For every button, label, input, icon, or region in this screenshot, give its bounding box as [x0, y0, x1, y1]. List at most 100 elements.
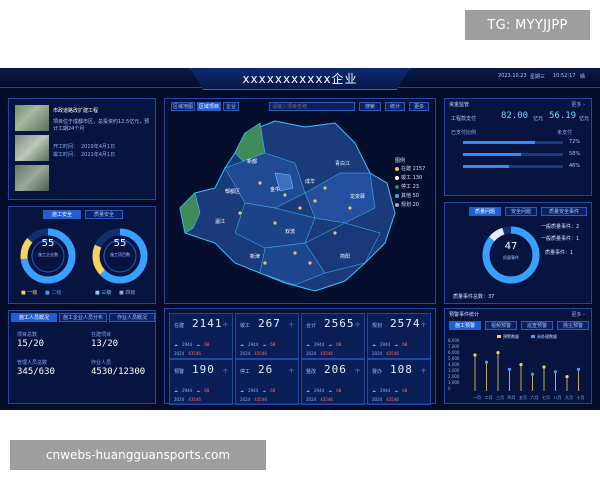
stat-card-label: 整改 [306, 369, 317, 375]
map-legend-item: 在建 2157 [395, 165, 425, 172]
legend-dot [395, 175, 399, 180]
cloud-icon: ☁ [372, 388, 376, 393]
tab-enterprise[interactable]: 企业 [223, 102, 239, 111]
tab-warning-dust[interactable]: 扬尘预警 [557, 321, 589, 330]
tab-safety-issue[interactable]: 安全问题 [505, 207, 537, 216]
warning-lollipop-chart: 8,0007,0006,0005,0004,0003,0002,0001,000… [448, 333, 585, 400]
map-stats-button[interactable]: 统计 [385, 102, 405, 111]
tab-personnel-distribution[interactable]: 施工企业人员分布 [59, 313, 107, 322]
event-line-3: 质量事件：1 [545, 250, 574, 256]
tab-warning-construction[interactable]: 施工预警 [449, 321, 481, 330]
tab-personnel-overview[interactable]: 施工人员概况 [11, 313, 57, 322]
enterprise-donut-value: 55 [41, 238, 55, 249]
cloud-icon: ☁ [262, 342, 267, 347]
donut-legend-a: ■ 一级 [21, 290, 38, 296]
donut-panel: 施工安全 质量安全 55 施工企业数 55 施工项目数 ■ 一级 ■ 二级 ■ … [8, 206, 156, 304]
cloud-icon: ☁ [240, 388, 244, 393]
tab-warning-video[interactable]: 视频预警 [485, 321, 517, 330]
stat-detail-b: 68 [270, 342, 276, 347]
stat-card-label: 在建 [174, 323, 185, 329]
stat-detail-b: 68 [336, 388, 342, 393]
map-legend-item: 竣工 130 [395, 174, 425, 181]
warning-panel-title: 预警事件统计 [449, 312, 480, 318]
stat-label-4: 作业人员 [91, 360, 112, 366]
tab-quality-safety-event[interactable]: 质量安全事件 [541, 207, 587, 216]
stat-detail-d: 43546 [386, 397, 399, 402]
district-label: 新都 [247, 158, 257, 165]
stat-card[interactable]: 预警 190 个 ☁ 2944 ☁ 68 2024 43546 [169, 359, 233, 405]
map-more-button[interactable]: 更多 [409, 102, 429, 111]
y-tick-label: 0 [448, 386, 451, 391]
fund-more-link[interactable]: 更多 › [571, 101, 585, 108]
cloud-icon: ☁ [306, 342, 310, 347]
tab-area-project[interactable]: 区域项目 [197, 102, 221, 111]
stat-detail-b: 68 [204, 388, 210, 393]
stat-card-unit: 个 [222, 323, 228, 329]
map-legend: 在建 2157 竣工 130 停工 23 其他 50 规划 20 [395, 165, 425, 210]
stat-detail-c: 2024 [240, 397, 251, 402]
stat-detail-d: 43546 [254, 397, 267, 402]
fund-label: 工程款支付 [451, 116, 477, 122]
stats-grid: 在建 2141 个 ☁ 2944 ☁ 68 2024 43546 竣工 267 个 ☁ 2944 ☁ 68 20… [164, 308, 436, 405]
legend-label: 在建 2157 [401, 166, 426, 172]
tab-quality-safety[interactable]: 质量安全 [85, 210, 123, 219]
x-tick-label: 九月 [565, 394, 573, 400]
stat-detail-a: 2944 [182, 342, 193, 347]
dashboard-title: xxxxxxxxxxx企业 [190, 68, 410, 90]
stat-detail-b: 68 [204, 342, 210, 347]
cloud-icon: ☁ [394, 342, 399, 347]
stat-detail-b: 68 [336, 342, 342, 347]
progress-percent-1: 72% [569, 139, 581, 145]
lollipop-head [553, 370, 558, 374]
tab-worker-overview[interactable]: 作业人员概况 [109, 313, 155, 322]
fund-value-1: 82.00 [501, 111, 529, 121]
tab-quality-issue[interactable]: 质量问题 [469, 207, 501, 216]
project-photo-1 [15, 105, 49, 131]
end-date: 2021年4月1日 [81, 152, 116, 158]
cloud-icon: ☁ [196, 342, 201, 347]
telegram-watermark: TG: MYYJJPP [465, 10, 590, 40]
stat-value-1: 15/20 [17, 339, 45, 349]
district-label: 简阳 [340, 253, 350, 260]
stat-card-value: 190 [192, 363, 215, 376]
event-center-label: 质量事件 [503, 255, 519, 260]
tab-area-map[interactable]: 区域地图 [171, 102, 195, 111]
stat-detail-b: 68 [402, 388, 408, 393]
warning-legend-1: 预警数量 [503, 333, 519, 339]
stat-card-label: 竣工 [240, 323, 251, 329]
stat-card[interactable]: 督办 108 个 ☁ 2944 ☁ 68 2024 43546 [367, 359, 431, 405]
stat-card-unit: 个 [288, 323, 294, 329]
x-tick-label: 八月 [554, 395, 562, 400]
date: 2023.10.23 [498, 73, 527, 79]
stat-card-detail: ☁ 2944 ☁ 68 [240, 388, 275, 393]
legend-label: 其他 50 [401, 193, 419, 199]
stat-card-detail: 2024 43546 [240, 397, 267, 402]
tab-construction-safety[interactable]: 施工安全 [43, 210, 81, 219]
fund-unpaid-label: 未支付 [557, 130, 573, 136]
warning-more-link[interactable]: 更多 › [571, 311, 585, 318]
stat-card-detail: ☁ 2944 ☁ 68 [372, 388, 407, 393]
stat-card[interactable]: 竣工 267 个 ☁ 2944 ☁ 68 2024 43546 [235, 313, 299, 359]
lollipop-head [565, 375, 569, 379]
district-label: 新津 [250, 253, 260, 260]
stat-card[interactable]: 合计 2565 个 ☁ 2944 ☁ 68 2024 43546 [301, 313, 365, 359]
legend-dot [395, 166, 399, 171]
map-search-input[interactable] [269, 102, 355, 111]
progress-fill-1 [463, 141, 535, 144]
x-tick-label: 二月 [485, 395, 493, 400]
stat-card[interactable]: 停工 26 个 ☁ 2944 ☁ 68 2024 43546 [235, 359, 299, 405]
stat-card-value: 267 [258, 317, 281, 330]
district-label: 郫都区 [225, 188, 240, 195]
stat-card-detail: 2024 43546 [174, 351, 201, 356]
project-donut-value: 55 [113, 238, 127, 249]
tab-warning-patrol[interactable]: 巡查预警 [521, 321, 553, 330]
stat-detail-c: 2024 [306, 351, 317, 356]
stat-card[interactable]: 在建 2141 个 ☁ 2944 ☁ 68 2024 43546 [169, 313, 233, 359]
cloud-icon: ☁ [372, 342, 376, 347]
stat-detail-d: 43546 [188, 397, 201, 402]
map-search-button[interactable]: 搜索 [359, 102, 381, 111]
cloud-icon: ☁ [394, 388, 399, 393]
district-label: 青白江 [335, 160, 350, 167]
stat-card[interactable]: 规划 2574 个 ☁ 2944 ☁ 68 2024 43546 [367, 313, 431, 359]
stat-card[interactable]: 整改 206 个 ☁ 2944 ☁ 68 2024 43546 [301, 359, 365, 405]
